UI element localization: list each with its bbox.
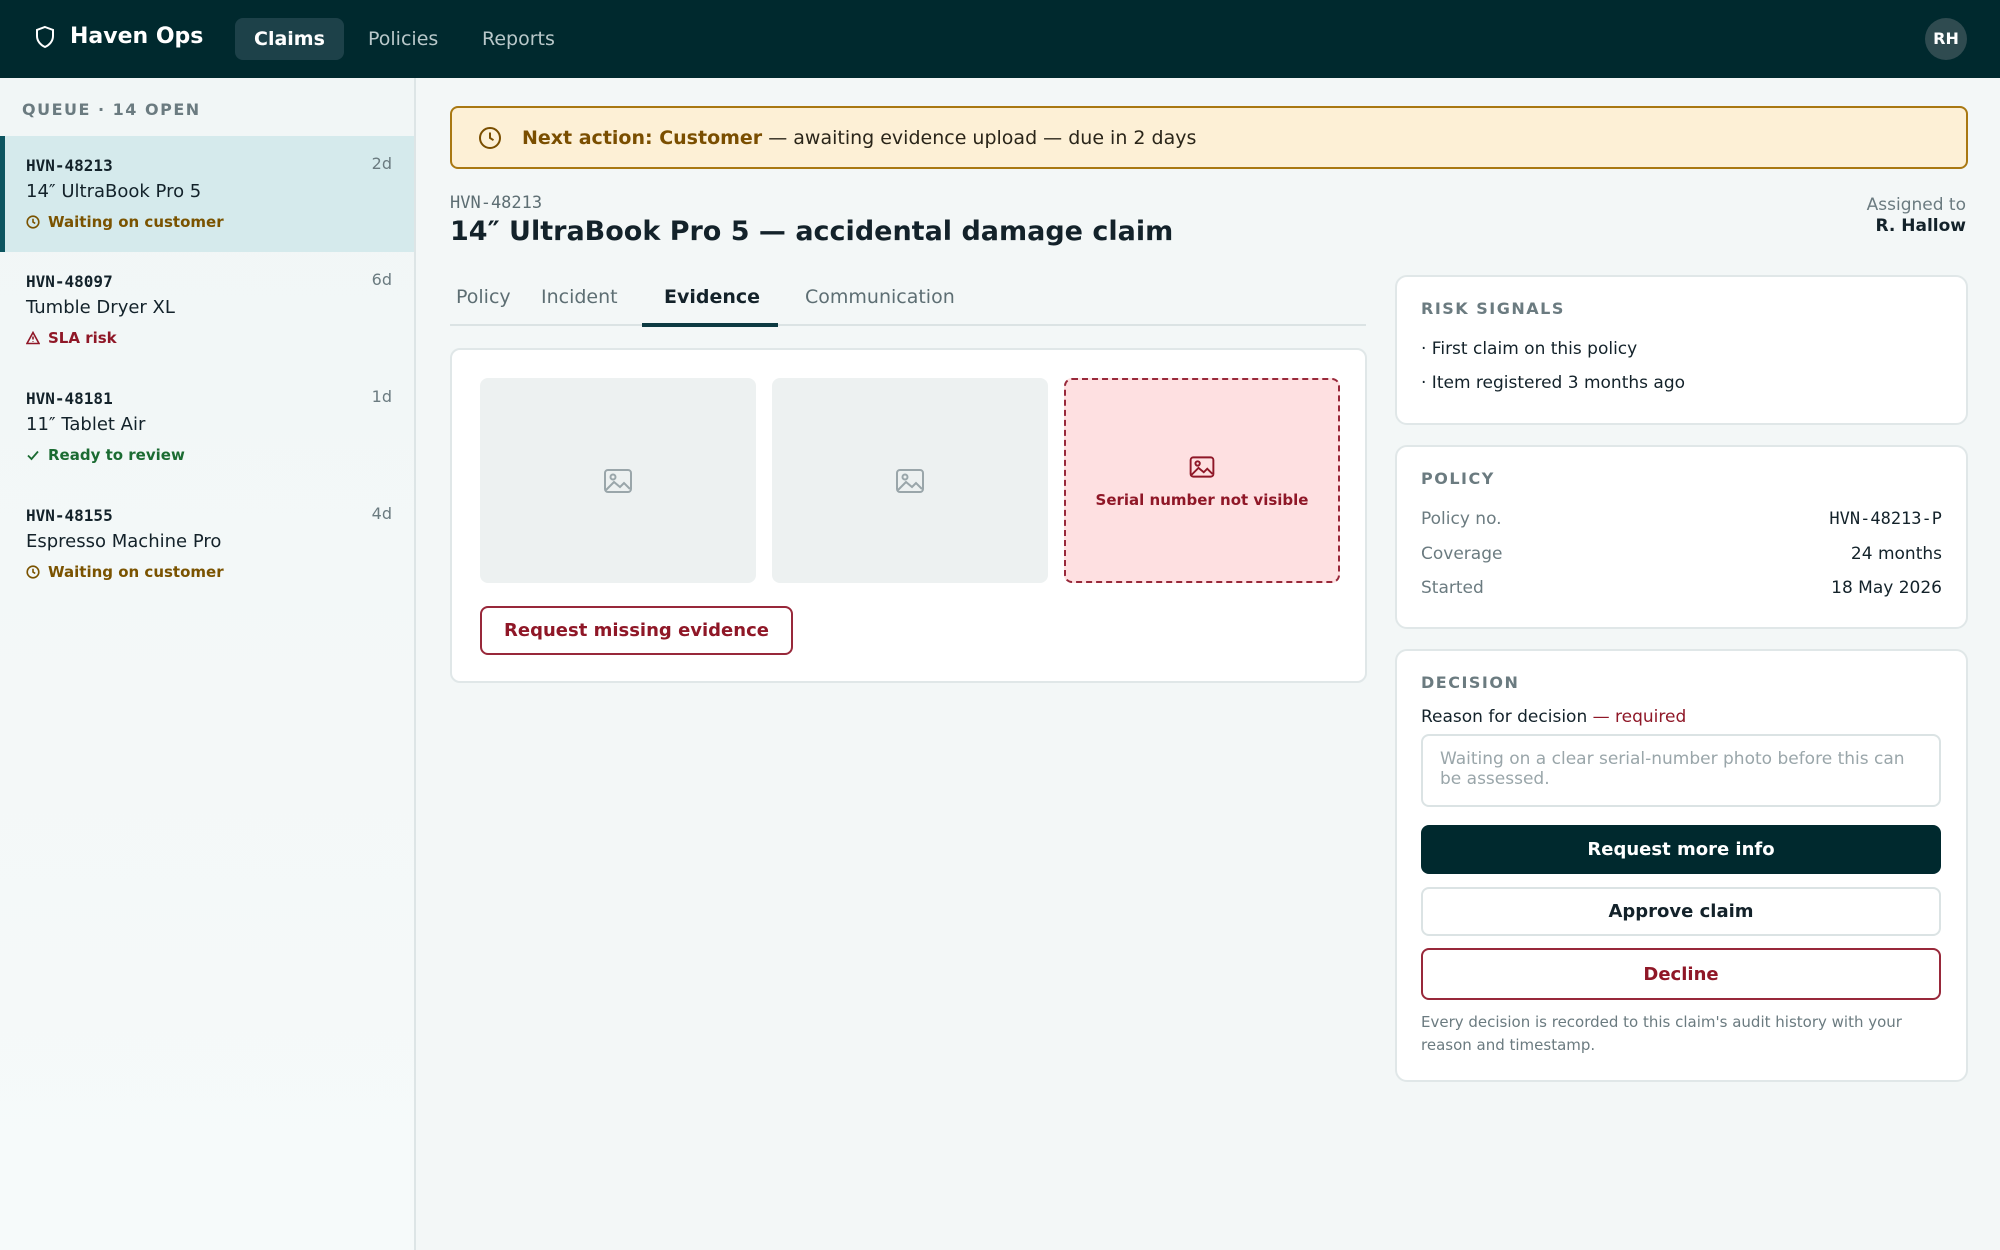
- queue-item-age: 2d: [371, 154, 392, 173]
- started-label: Started: [1421, 578, 1484, 598]
- page-title: 14″ UltraBook Pro 5 — accidental damage …: [450, 216, 1174, 247]
- claim-id: HVN-48213: [450, 193, 543, 213]
- queue-item-age: 6d: [371, 270, 392, 289]
- queue-item-id: HVN-48097: [26, 272, 113, 291]
- check-icon: [27, 450, 39, 461]
- queue-item-name: 14″ UltraBook Pro 5: [26, 181, 202, 202]
- top-nav-bar: Haven Ops Claims Policies Reports RH: [0, 0, 2000, 78]
- risk-signals-panel: RISK SIGNALS · First claim on this polic…: [1395, 275, 1968, 425]
- missing-evidence-slot[interactable]: Serial number not visible: [1064, 378, 1340, 583]
- queue-title: QUEUE · 14 OPEN: [22, 100, 201, 119]
- policy-title: POLICY: [1421, 469, 1495, 488]
- queue-item[interactable]: HVN-48213 2d 14″ UltraBook Pro 5 Waiting…: [0, 136, 414, 252]
- tab-policy[interactable]: Policy: [456, 286, 511, 308]
- decision-reason-input[interactable]: [1421, 734, 1941, 807]
- required-indicator: — required: [1587, 707, 1687, 727]
- queue-item-status-label: Ready to review: [48, 446, 185, 464]
- tab-evidence[interactable]: Evidence: [664, 286, 760, 308]
- risk-signals-title: RISK SIGNALS: [1421, 299, 1565, 318]
- queue-item-status: SLA risk: [26, 329, 117, 347]
- queue-item-status-label: Waiting on customer: [48, 563, 224, 581]
- banner-next-action: Next action: Customer: [522, 126, 763, 149]
- approve-claim-button[interactable]: Approve claim: [1421, 887, 1941, 936]
- claims-queue-sidebar: QUEUE · 14 OPEN HVN-48213 2d 14″ UltraBo…: [0, 78, 416, 1250]
- brand[interactable]: Haven Ops: [34, 24, 203, 49]
- banner-detail: — awaiting evidence upload — due in 2 da…: [762, 126, 1197, 149]
- risk-signal-item: · First claim on this policy: [1421, 339, 1638, 359]
- decision-title: DECISION: [1421, 673, 1520, 692]
- decision-panel: DECISION Reason for decision — required …: [1395, 649, 1968, 1082]
- decline-button[interactable]: Decline: [1421, 948, 1941, 1000]
- queue-item-name: Tumble Dryer XL: [26, 297, 175, 318]
- missing-evidence-label: Serial number not visible: [1095, 490, 1309, 509]
- image-icon: [604, 468, 632, 493]
- queue-item[interactable]: HVN-48155 4d Espresso Machine Pro Waitin…: [0, 486, 414, 602]
- user-avatar[interactable]: RH: [1925, 18, 1967, 60]
- queue-item-name: Espresso Machine Pro: [26, 531, 222, 552]
- queue-item-id: HVN-48155: [26, 506, 113, 525]
- queue-item-status-label: SLA risk: [48, 329, 117, 347]
- request-more-info-button[interactable]: Request more info: [1421, 825, 1941, 874]
- tab-communication[interactable]: Communication: [805, 286, 955, 308]
- policy-number-value: HVN-48213-P: [1829, 509, 1942, 529]
- image-icon: [896, 468, 924, 493]
- clock-icon: [26, 565, 40, 579]
- assigned-name[interactable]: R. Hallow: [1875, 216, 1966, 236]
- reason-field-label: Reason for decision — required: [1421, 707, 1686, 727]
- queue-item-age: 1d: [371, 387, 392, 406]
- queue-item-status: Waiting on customer: [26, 213, 224, 231]
- queue-item-status: Ready to review: [26, 446, 185, 464]
- tab-incident[interactable]: Incident: [541, 286, 618, 308]
- next-action-banner: Next action: Customer — awaiting evidenc…: [450, 106, 1968, 169]
- active-tab-indicator: [642, 323, 778, 327]
- queue-item-age: 4d: [371, 504, 392, 523]
- evidence-thumbnail[interactable]: [480, 378, 756, 583]
- reason-label-text: Reason for decision: [1421, 707, 1588, 727]
- evidence-thumbnail[interactable]: [772, 378, 1048, 583]
- policy-number-label: Policy no.: [1421, 509, 1502, 529]
- nav-tab-claims[interactable]: Claims: [235, 18, 344, 60]
- audit-note: Every decision is recorded to this claim…: [1421, 1013, 1902, 1054]
- shield-icon: [36, 25, 54, 48]
- queue-item-id: HVN-48213: [26, 156, 113, 175]
- request-missing-evidence-button[interactable]: Request missing evidence: [480, 606, 793, 655]
- warning-icon: [26, 331, 40, 345]
- queue-item[interactable]: HVN-48097 6d Tumble Dryer XL SLA risk: [0, 252, 414, 368]
- clock-icon: [26, 215, 40, 229]
- clock-icon: [479, 126, 501, 149]
- nav-tab-reports[interactable]: Reports: [463, 18, 574, 60]
- image-icon: [1189, 455, 1215, 478]
- nav-tab-policies[interactable]: Policies: [349, 18, 457, 60]
- risk-signal-item: · Item registered 3 months ago: [1421, 373, 1686, 393]
- queue-item-status: Waiting on customer: [26, 563, 224, 581]
- queue-item-status-label: Waiting on customer: [48, 213, 224, 231]
- coverage-value: 24 months: [1850, 544, 1942, 564]
- brand-name: Haven Ops: [70, 24, 204, 49]
- evidence-card: Serial number not visible Request missin…: [450, 348, 1367, 683]
- claim-tabs: Policy Incident Evidence Communication: [450, 276, 1366, 327]
- started-value: 18 May 2026: [1831, 578, 1942, 598]
- queue-item-id: HVN-48181: [26, 389, 113, 408]
- queue-item[interactable]: HVN-48181 1d 11″ Tablet Air Ready to rev…: [0, 369, 414, 485]
- banner-text: Next action: Customer — awaiting evidenc…: [522, 127, 1196, 149]
- queue-item-name: 11″ Tablet Air: [26, 414, 146, 435]
- policy-panel: POLICY Policy no. HVN-48213-P Coverage 2…: [1395, 445, 1968, 629]
- assigned-label: Assigned to: [1866, 195, 1966, 215]
- coverage-label: Coverage: [1421, 544, 1503, 564]
